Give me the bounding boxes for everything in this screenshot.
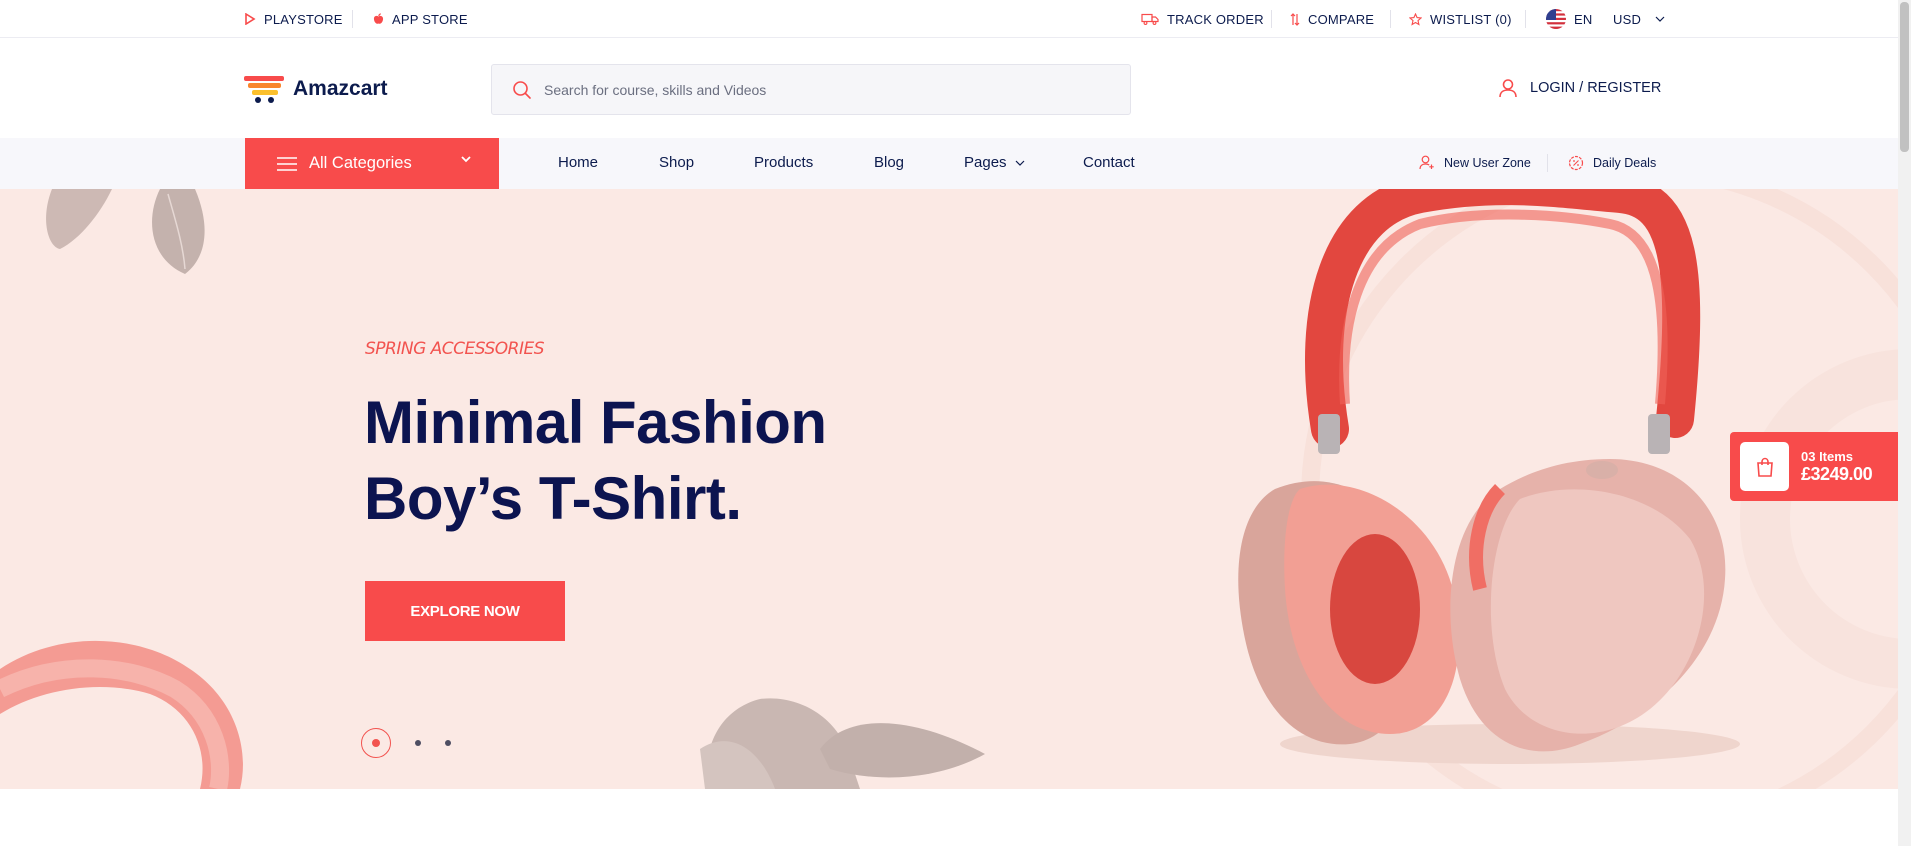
user-plus-icon [1419, 155, 1435, 170]
track-order-label: TRACK ORDER [1167, 11, 1264, 27]
divider [352, 10, 353, 28]
nav-link-blog[interactable]: Blog [874, 154, 904, 171]
playstore-label: PLAYSTORE [264, 11, 343, 27]
language-label: EN [1574, 11, 1593, 27]
slider-dot-3[interactable] [445, 740, 451, 746]
divider [1525, 10, 1526, 28]
all-categories-label: All Categories [309, 154, 412, 172]
cart-box [1740, 442, 1789, 491]
compare-link[interactable]: COMPARE [1290, 10, 1374, 28]
explore-now-button[interactable]: EXPLORE NOW [365, 581, 565, 641]
all-categories-button[interactable]: All Categories [245, 138, 499, 189]
playstore-link[interactable]: PLAYSTORE [244, 10, 343, 28]
cart-logo-icon [244, 74, 284, 104]
cart-total: £3249.00 [1801, 463, 1873, 484]
daily-deals-label: Daily Deals [1593, 156, 1657, 170]
logo-text: Amazcart [293, 77, 388, 100]
hero-title-line-2: Boy’s T-Shirt. [364, 465, 742, 532]
logo[interactable]: Amazcart [244, 74, 388, 104]
star-icon [1409, 12, 1422, 26]
chevron-down-icon [1655, 16, 1665, 22]
chevron-down-icon [1015, 160, 1025, 166]
top-bar: PLAYSTORE APP STORE TRACK ORDER COMPARE … [0, 0, 1911, 38]
daily-deals-link[interactable]: Daily Deals [1568, 155, 1656, 171]
search-icon[interactable] [512, 80, 532, 100]
apple-icon [373, 13, 384, 25]
currency-label: USD [1613, 11, 1642, 27]
nav-link-pages[interactable]: Pages [964, 154, 1025, 171]
menu-icon [277, 156, 297, 171]
appstore-link[interactable]: APP STORE [373, 10, 468, 28]
slider-dots [361, 728, 451, 758]
us-flag-icon [1546, 9, 1566, 29]
login-register-label: LOGIN / REGISTER [1530, 80, 1662, 96]
truck-icon [1141, 13, 1159, 25]
main-nav: All Categories Home Shop Products Blog P… [0, 138, 1911, 189]
currency-selector[interactable]: USD [1613, 10, 1665, 28]
appstore-label: APP STORE [392, 11, 468, 27]
hero-subtitle: SPRING ACCESSORIES [365, 339, 545, 359]
new-user-zone-link[interactable]: New User Zone [1419, 155, 1531, 170]
chevron-down-icon [461, 156, 471, 163]
hero-banner: SPRING ACCESSORIES Minimal Fashion Boy’s… [0, 189, 1911, 789]
cart-summary: 03 Items £3249.00 [1801, 448, 1873, 485]
new-user-zone-label: New User Zone [1444, 155, 1531, 170]
compare-label: COMPARE [1308, 11, 1375, 27]
header: Amazcart LOGIN / REGISTER [0, 38, 1911, 138]
nav-link-home[interactable]: Home [558, 154, 598, 171]
language-selector[interactable]: EN [1546, 9, 1593, 29]
floating-cart[interactable]: 03 Items £3249.00 [1730, 432, 1900, 501]
slider-dot-1[interactable] [361, 728, 391, 758]
divider [1271, 10, 1272, 28]
nav-link-products[interactable]: Products [754, 154, 813, 171]
search-bar[interactable] [491, 64, 1131, 115]
bag-icon [1755, 457, 1775, 477]
nav-link-contact[interactable]: Contact [1083, 154, 1135, 171]
page-scrollbar[interactable] [1898, 0, 1911, 846]
cart-item-count: 03 Items [1801, 448, 1854, 464]
slider-dot-2[interactable] [415, 740, 421, 746]
hero-title-line-1: Minimal Fashion [364, 389, 827, 456]
play-icon [244, 13, 256, 25]
divider [1390, 10, 1391, 28]
hero-decorations [0, 189, 1911, 789]
nav-link-shop[interactable]: Shop [659, 154, 694, 171]
user-icon [1498, 78, 1518, 98]
divider [1547, 154, 1548, 172]
hero-title: Minimal Fashion Boy’s T-Shirt. [364, 385, 827, 537]
scrollbar-thumb[interactable] [1900, 2, 1909, 152]
wishlist-label: WISTLIST (0) [1430, 11, 1512, 27]
deals-icon [1568, 155, 1584, 171]
compare-icon [1290, 12, 1300, 26]
wishlist-link[interactable]: WISTLIST (0) [1409, 10, 1512, 28]
login-register-link[interactable]: LOGIN / REGISTER [1498, 78, 1661, 98]
search-input[interactable] [544, 81, 1104, 98]
track-order-link[interactable]: TRACK ORDER [1141, 10, 1264, 28]
